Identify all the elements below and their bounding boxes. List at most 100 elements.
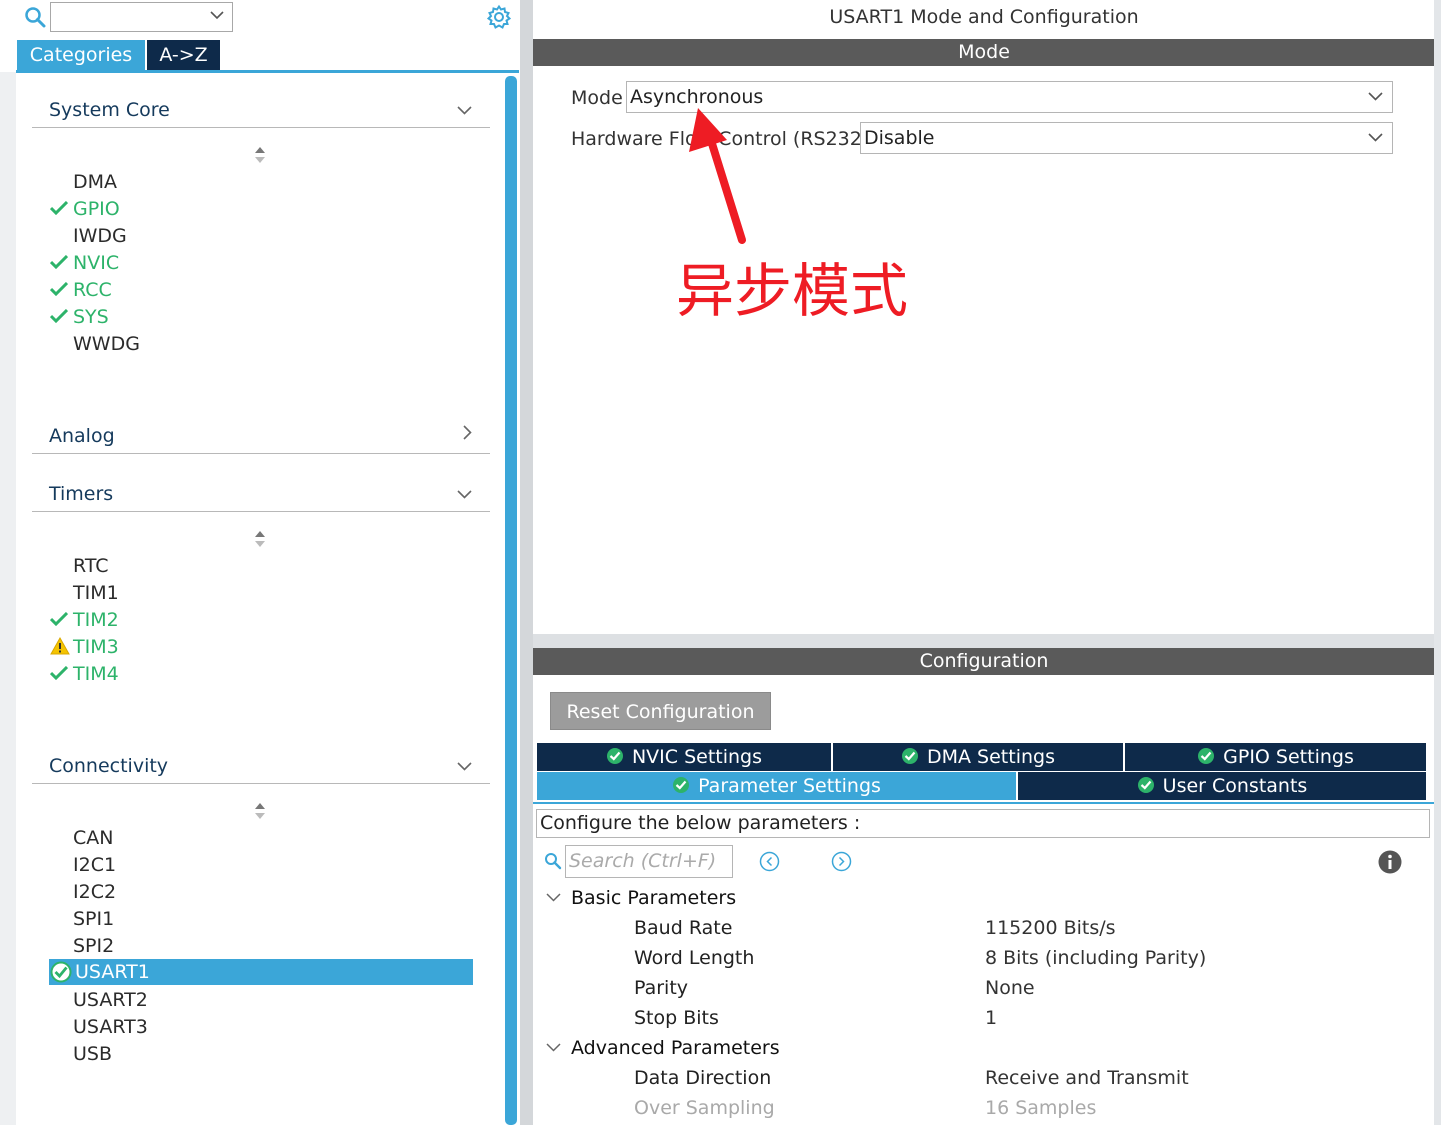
category-system-core[interactable]: System Core xyxy=(32,88,490,128)
prev-icon[interactable] xyxy=(759,851,780,872)
tab-label: NVIC Settings xyxy=(631,746,763,768)
param-name[interactable]: Word Length xyxy=(634,947,754,969)
param-value[interactable]: 8 Bits (including Parity) xyxy=(985,947,1206,969)
category-timers[interactable]: Timers xyxy=(32,472,490,512)
list-item-i2c1[interactable]: I2C1 xyxy=(73,852,116,878)
list-item-wwdg[interactable]: WWDG xyxy=(73,331,140,357)
item-label: DMA xyxy=(73,171,118,193)
check-icon xyxy=(50,282,68,296)
tab-label: GPIO Settings xyxy=(1223,746,1354,768)
check-circle-icon xyxy=(606,748,623,764)
check-icon xyxy=(50,666,68,680)
list-item-i2c2[interactable]: I2C2 xyxy=(73,879,116,905)
tab-label: User Constants xyxy=(1162,775,1308,797)
chevron-down-icon xyxy=(457,490,472,499)
list-item-gpio[interactable]: GPIO xyxy=(50,196,120,222)
flow-control-select[interactable]: Disable xyxy=(860,122,1393,154)
chevron-down-icon xyxy=(457,106,472,115)
item-label: I2C2 xyxy=(73,881,117,903)
check-circle-icon xyxy=(1137,777,1154,793)
chevron-down-icon xyxy=(1368,92,1383,101)
item-label: TIM3 xyxy=(73,636,119,658)
param-name[interactable]: Stop Bits xyxy=(634,1007,719,1029)
vertical-scrollbar[interactable] xyxy=(505,76,517,1125)
list-item-usart3[interactable]: USART3 xyxy=(73,1014,148,1040)
category-label: Timers xyxy=(49,483,114,505)
param-value[interactable]: 1 xyxy=(985,1007,997,1029)
list-item-sys[interactable]: SYS xyxy=(50,304,109,330)
item-label: CAN xyxy=(73,827,114,849)
tab-parameter-settings[interactable]: Parameter Settings xyxy=(537,772,1016,800)
tabs-underline xyxy=(533,802,1435,804)
list-item-usart2[interactable]: USART2 xyxy=(73,987,148,1013)
param-value[interactable]: Receive and Transmit xyxy=(985,1067,1189,1089)
filter-combo[interactable] xyxy=(50,2,233,32)
next-icon[interactable] xyxy=(831,851,852,872)
tab-gpio-settings[interactable]: GPIO Settings xyxy=(1125,743,1426,771)
gear-icon[interactable] xyxy=(486,4,512,30)
mode-section-header: Mode xyxy=(533,39,1435,66)
tab-categories[interactable]: Categories xyxy=(17,40,145,71)
list-item-rtc[interactable]: RTC xyxy=(73,553,109,579)
chevron-down-icon[interactable] xyxy=(546,1043,561,1052)
group-advanced-parameters[interactable]: Advanced Parameters xyxy=(571,1037,780,1059)
item-label: IWDG xyxy=(73,225,127,247)
tab-nvic-settings[interactable]: NVIC Settings xyxy=(537,743,831,771)
left-panel-margin xyxy=(0,72,16,1125)
parameter-search-input[interactable]: Search (Ctrl+F) xyxy=(565,845,733,878)
list-item-spi2[interactable]: SPI2 xyxy=(73,933,114,959)
list-item-spi1[interactable]: SPI1 xyxy=(73,906,114,932)
param-value[interactable]: None xyxy=(985,977,1035,999)
item-label: SPI1 xyxy=(73,908,115,930)
list-item-iwdg[interactable]: IWDG xyxy=(73,223,127,249)
list-item-rcc[interactable]: RCC xyxy=(50,277,112,303)
group-basic-parameters[interactable]: Basic Parameters xyxy=(571,887,736,909)
sort-icon[interactable] xyxy=(253,530,267,548)
right-window-edge xyxy=(1434,0,1441,1125)
list-item-nvic[interactable]: NVIC xyxy=(50,250,119,276)
item-label: TIM2 xyxy=(73,609,119,631)
item-label: TIM4 xyxy=(73,663,119,685)
check-circle-icon xyxy=(902,748,918,764)
section-separator[interactable] xyxy=(533,634,1435,648)
search-icon[interactable] xyxy=(24,6,46,28)
mode-label: Mode xyxy=(571,87,623,109)
category-connectivity[interactable]: Connectivity xyxy=(32,744,490,784)
check-circle-icon xyxy=(1198,748,1215,764)
list-item-tim2[interactable]: TIM2 xyxy=(50,607,119,633)
tab-a-z[interactable]: A->Z xyxy=(147,40,220,71)
param-value[interactable]: 115200 Bits/s xyxy=(985,917,1116,939)
tab-dma-settings[interactable]: DMA Settings xyxy=(833,743,1123,771)
configuration-section-header: Configuration xyxy=(533,648,1435,675)
list-item-dma[interactable]: DMA xyxy=(73,169,117,195)
item-label: USB xyxy=(73,1043,113,1065)
param-value: 16 Samples xyxy=(985,1097,1097,1119)
sort-icon[interactable] xyxy=(253,146,267,164)
list-item-tim1[interactable]: TIM1 xyxy=(73,580,119,606)
category-analog[interactable]: Analog xyxy=(32,414,490,454)
sort-icon[interactable] xyxy=(253,802,267,820)
search-placeholder: Search (Ctrl+F) xyxy=(569,850,717,872)
chevron-down-icon[interactable] xyxy=(546,893,561,902)
list-item-can[interactable]: CAN xyxy=(73,825,113,851)
list-item-tim4[interactable]: TIM4 xyxy=(50,661,119,687)
tab-underline xyxy=(16,70,519,73)
tab-label: Parameter Settings xyxy=(698,775,881,797)
list-item-tim3[interactable]: TIM3 xyxy=(50,634,119,660)
warning-icon xyxy=(50,637,70,655)
info-icon[interactable] xyxy=(1378,850,1402,874)
check-icon xyxy=(50,309,68,323)
reset-configuration-button[interactable]: Reset Configuration xyxy=(550,692,771,730)
chevron-down-icon xyxy=(210,11,224,20)
param-name[interactable]: Data Direction xyxy=(634,1067,771,1089)
param-name[interactable]: Baud Rate xyxy=(634,917,732,939)
search-icon xyxy=(545,853,562,870)
list-item-usart1-selected[interactable]: USART1 xyxy=(49,959,473,985)
list-item-usb[interactable]: USB xyxy=(73,1041,112,1067)
item-label: RTC xyxy=(73,555,109,577)
param-name[interactable]: Parity xyxy=(634,977,688,999)
item-label: SYS xyxy=(73,306,109,328)
tab-label: DMA Settings xyxy=(927,746,1055,768)
tab-user-constants[interactable]: User Constants xyxy=(1018,772,1426,800)
panel-splitter[interactable] xyxy=(520,0,533,1125)
